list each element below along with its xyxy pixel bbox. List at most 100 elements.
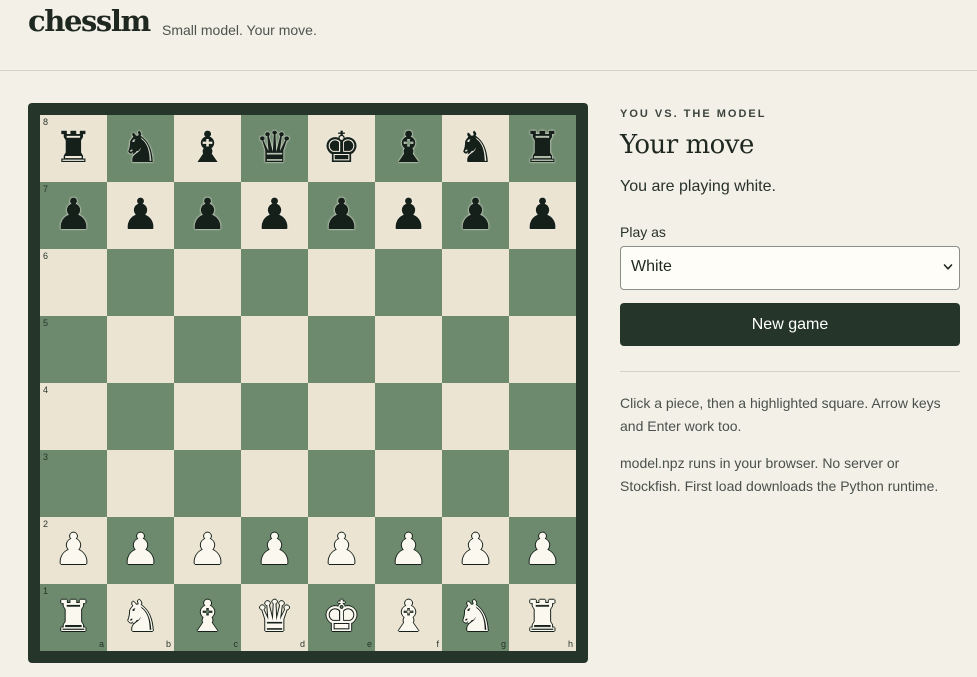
white-piece[interactable]: ♟	[308, 517, 375, 584]
square-a3[interactable]: 3	[40, 450, 107, 517]
square-b4[interactable]	[107, 383, 174, 450]
square-c6[interactable]	[174, 249, 241, 316]
square-g1[interactable]: g ♞	[442, 584, 509, 651]
black-piece[interactable]: ♟	[241, 182, 308, 249]
square-f2[interactable]: ♟	[375, 517, 442, 584]
square-g3[interactable]	[442, 450, 509, 517]
black-piece[interactable]: ♞	[442, 115, 509, 182]
black-piece[interactable]: ♟	[509, 182, 576, 249]
square-d2[interactable]: ♟	[241, 517, 308, 584]
square-h4[interactable]	[509, 383, 576, 450]
square-g7[interactable]: ♟	[442, 182, 509, 249]
square-e2[interactable]: ♟	[308, 517, 375, 584]
square-c2[interactable]: ♟	[174, 517, 241, 584]
square-a6[interactable]: 6	[40, 249, 107, 316]
square-f8[interactable]: ♝	[375, 115, 442, 182]
square-c4[interactable]	[174, 383, 241, 450]
white-piece[interactable]: ♟	[174, 517, 241, 584]
square-e1[interactable]: e ♚	[308, 584, 375, 651]
white-piece[interactable]: ♟	[107, 517, 174, 584]
square-d1[interactable]: d ♛	[241, 584, 308, 651]
black-piece[interactable]: ♜	[509, 115, 576, 182]
square-b6[interactable]	[107, 249, 174, 316]
square-d3[interactable]	[241, 450, 308, 517]
square-b3[interactable]	[107, 450, 174, 517]
white-piece[interactable]: ♜	[509, 584, 576, 651]
square-b5[interactable]	[107, 316, 174, 383]
square-b8[interactable]: ♞	[107, 115, 174, 182]
square-h5[interactable]	[509, 316, 576, 383]
logo[interactable]: chesslm	[28, 4, 151, 38]
white-piece[interactable]: ♟	[442, 517, 509, 584]
black-piece[interactable]: ♟	[308, 182, 375, 249]
square-g8[interactable]: ♞	[442, 115, 509, 182]
square-e3[interactable]	[308, 450, 375, 517]
square-e8[interactable]: ♚	[308, 115, 375, 182]
square-h3[interactable]	[509, 450, 576, 517]
square-d5[interactable]	[241, 316, 308, 383]
square-c3[interactable]	[174, 450, 241, 517]
square-d6[interactable]	[241, 249, 308, 316]
square-a7[interactable]: 7 ♟	[40, 182, 107, 249]
square-c7[interactable]: ♟	[174, 182, 241, 249]
square-a1[interactable]: 1 a ♜	[40, 584, 107, 651]
new-game-button[interactable]: New game	[620, 303, 960, 346]
square-g4[interactable]	[442, 383, 509, 450]
white-piece[interactable]: ♜	[40, 584, 107, 651]
square-a2[interactable]: 2 ♟	[40, 517, 107, 584]
white-piece[interactable]: ♚	[308, 584, 375, 651]
black-piece[interactable]: ♟	[442, 182, 509, 249]
white-piece[interactable]: ♟	[40, 517, 107, 584]
square-b7[interactable]: ♟	[107, 182, 174, 249]
white-piece[interactable]: ♝	[174, 584, 241, 651]
square-c5[interactable]	[174, 316, 241, 383]
black-piece[interactable]: ♜	[40, 115, 107, 182]
square-h6[interactable]	[509, 249, 576, 316]
square-g6[interactable]	[442, 249, 509, 316]
square-a5[interactable]: 5	[40, 316, 107, 383]
square-a4[interactable]: 4	[40, 383, 107, 450]
square-f5[interactable]	[375, 316, 442, 383]
square-h8[interactable]: ♜	[509, 115, 576, 182]
white-piece[interactable]: ♟	[241, 517, 308, 584]
white-piece[interactable]: ♛	[241, 584, 308, 651]
square-f1[interactable]: f ♝	[375, 584, 442, 651]
square-d4[interactable]	[241, 383, 308, 450]
square-c8[interactable]: ♝	[174, 115, 241, 182]
square-d8[interactable]: ♛	[241, 115, 308, 182]
white-piece[interactable]: ♞	[107, 584, 174, 651]
white-piece[interactable]: ♟	[375, 517, 442, 584]
square-f3[interactable]	[375, 450, 442, 517]
white-piece[interactable]: ♞	[442, 584, 509, 651]
square-f7[interactable]: ♟	[375, 182, 442, 249]
square-h2[interactable]: ♟	[509, 517, 576, 584]
black-piece[interactable]: ♟	[107, 182, 174, 249]
black-piece[interactable]: ♚	[308, 115, 375, 182]
square-h1[interactable]: h ♜	[509, 584, 576, 651]
square-e5[interactable]	[308, 316, 375, 383]
play-as-select[interactable]: White	[620, 246, 960, 290]
black-piece[interactable]: ♝	[174, 115, 241, 182]
square-e7[interactable]: ♟	[308, 182, 375, 249]
black-piece[interactable]: ♟	[40, 182, 107, 249]
square-e4[interactable]	[308, 383, 375, 450]
square-g2[interactable]: ♟	[442, 517, 509, 584]
square-h7[interactable]: ♟	[509, 182, 576, 249]
white-piece[interactable]: ♝	[375, 584, 442, 651]
white-piece[interactable]: ♟	[509, 517, 576, 584]
black-piece[interactable]: ♞	[107, 115, 174, 182]
black-piece[interactable]: ♛	[241, 115, 308, 182]
black-piece[interactable]: ♟	[174, 182, 241, 249]
square-e6[interactable]	[308, 249, 375, 316]
square-f4[interactable]	[375, 383, 442, 450]
black-piece[interactable]: ♝	[375, 115, 442, 182]
square-g5[interactable]	[442, 316, 509, 383]
square-d7[interactable]: ♟	[241, 182, 308, 249]
square-a8[interactable]: 8 ♜	[40, 115, 107, 182]
chess-board[interactable]: 8 ♜ ♞ ♝ ♛ ♚ ♝ ♞ ♜ 7 ♟ ♟ ♟ ♟ ♟ ♟ ♟ ♟ 6 5 4 3 2 ♟ ♟ ♟ ♟ ♟ ♟ ♟ ♟ 1 a ♜ b ♞ c ♝ d ♛…	[40, 115, 576, 651]
square-f6[interactable]	[375, 249, 442, 316]
square-b2[interactable]: ♟	[107, 517, 174, 584]
black-piece[interactable]: ♟	[375, 182, 442, 249]
square-b1[interactable]: b ♞	[107, 584, 174, 651]
square-c1[interactable]: c ♝	[174, 584, 241, 651]
